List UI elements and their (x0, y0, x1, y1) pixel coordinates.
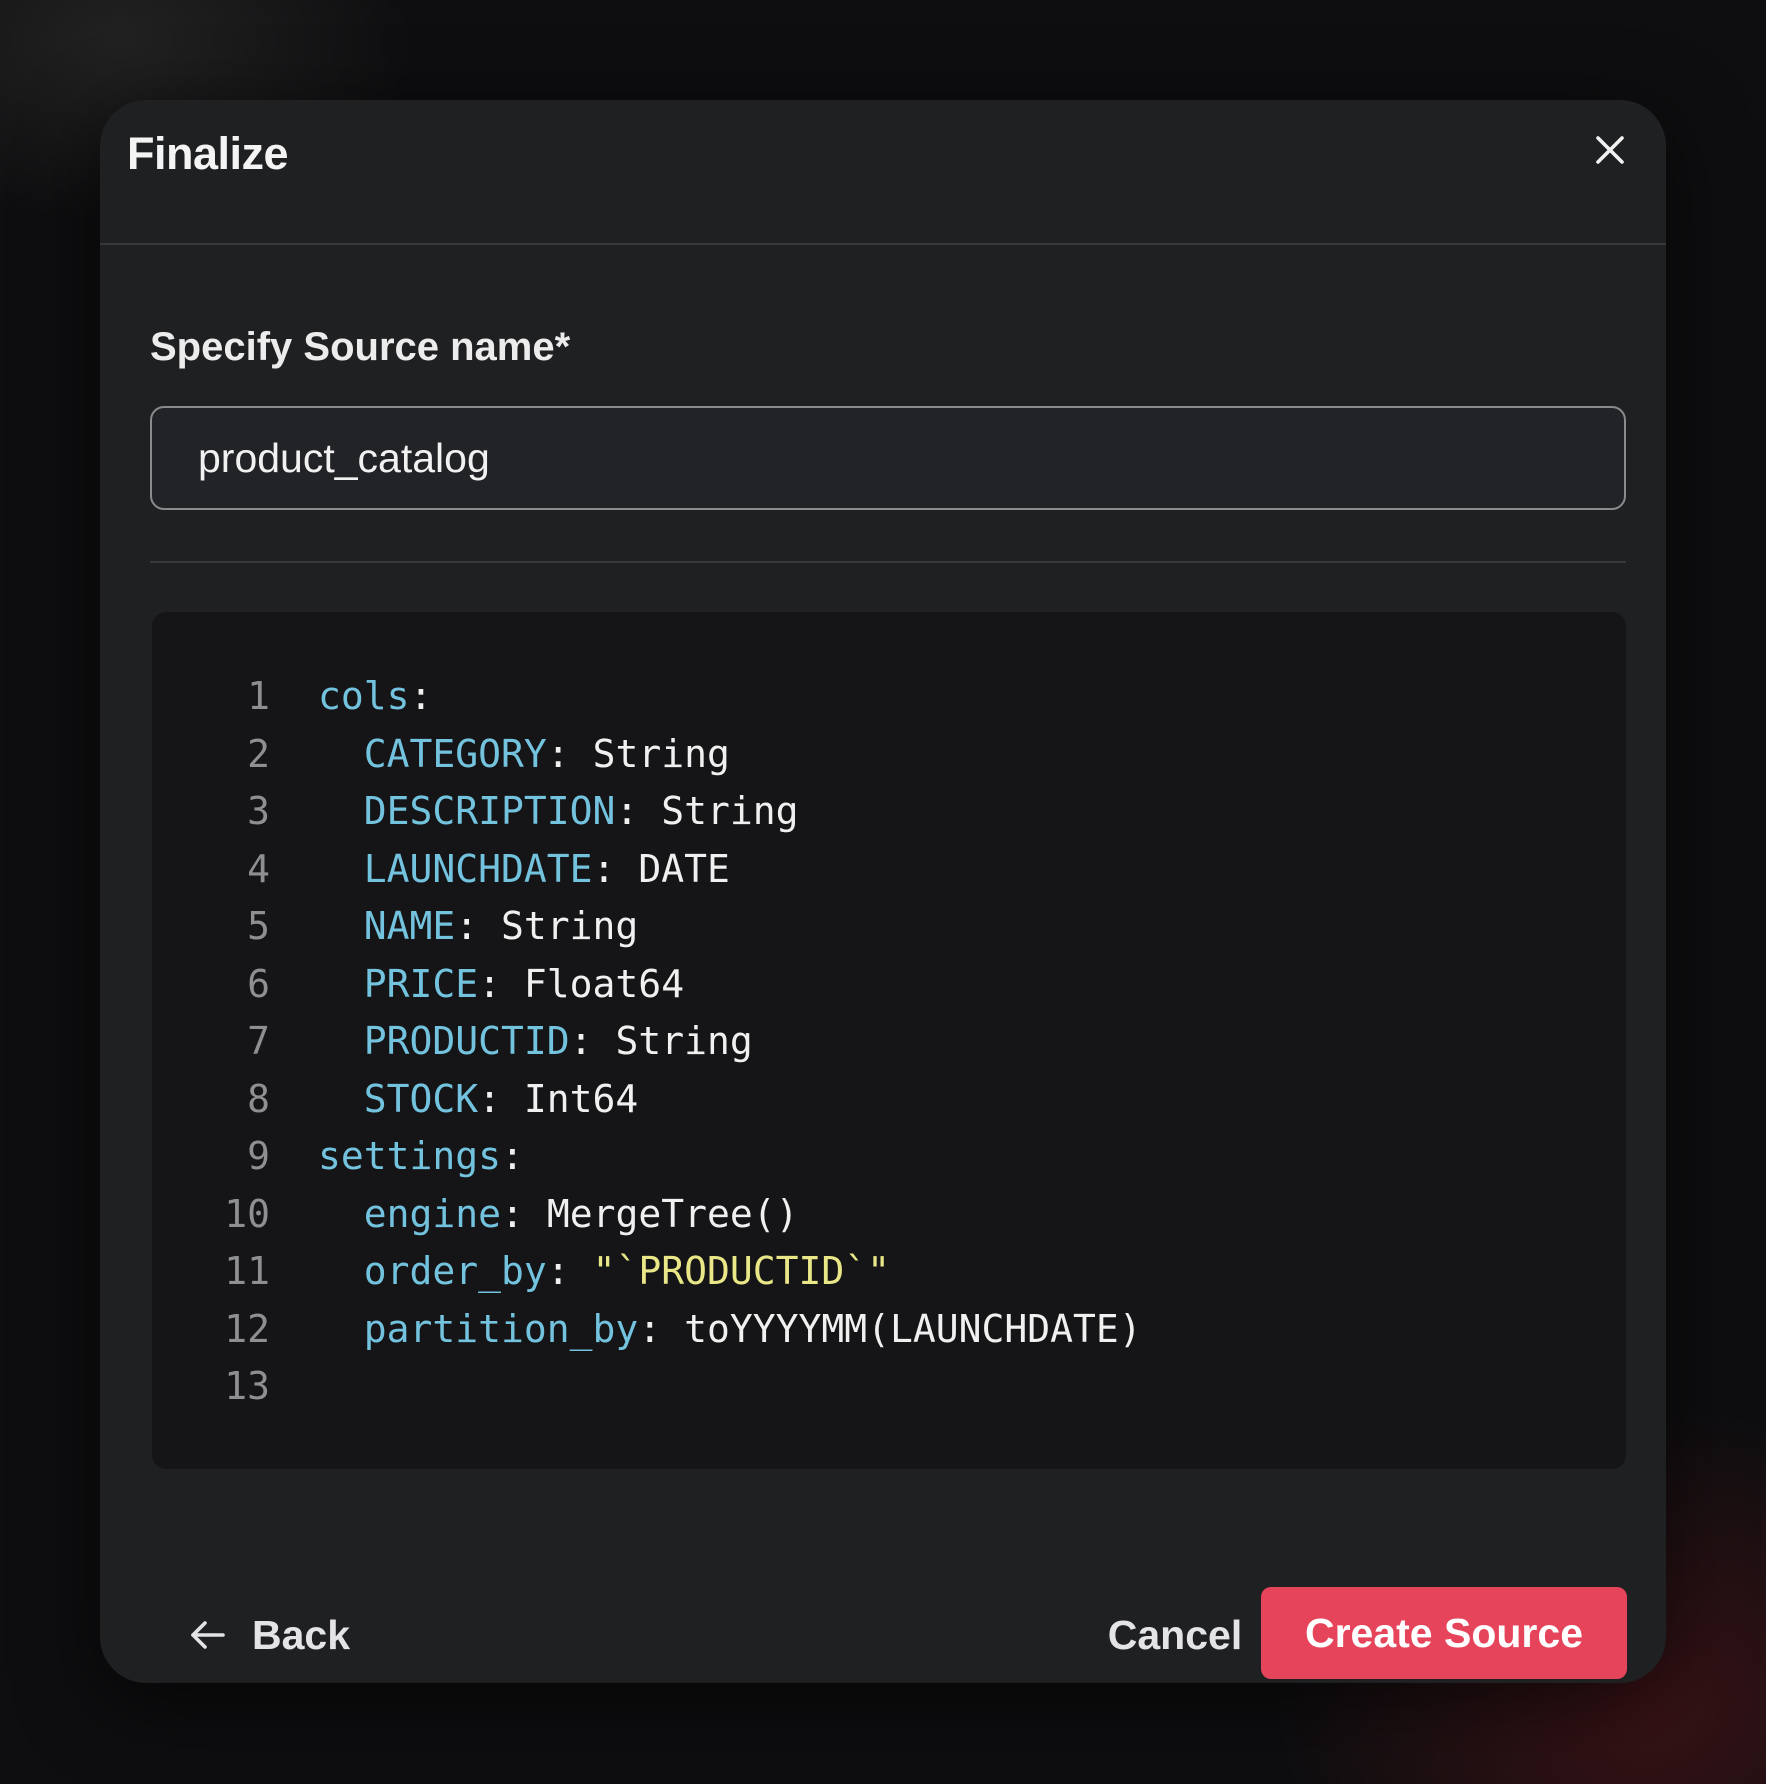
line-content: LAUNCHDATE: DATE (318, 841, 730, 899)
back-label: Back (252, 1611, 351, 1658)
line-content: CATEGORY: String (318, 726, 730, 784)
yaml-key: NAME (363, 904, 456, 948)
line-content: STOCK: Int64 (318, 1071, 639, 1129)
finalize-dialog: Finalize Specify Source name* 1cols:2 CA… (100, 100, 1666, 1683)
yaml-separator: : (615, 789, 662, 833)
yaml-value: Int64 (523, 1076, 639, 1121)
yaml-separator: : (478, 961, 524, 1006)
code-line: 8 STOCK: Int64 (152, 1071, 1626, 1129)
yaml-key: LAUNCHDATE (363, 846, 593, 891)
line-number: 5 (247, 904, 270, 948)
yaml-value: String (501, 904, 639, 948)
code-line: 4 LAUNCHDATE: DATE (152, 841, 1626, 899)
section-divider (150, 561, 1626, 563)
yaml-value: MergeTree() (546, 1191, 799, 1236)
yaml-separator: : (638, 1306, 685, 1351)
line-content: DESCRIPTION: String (318, 783, 799, 841)
yaml-separator: : (546, 731, 593, 776)
yaml-key: partition_by (363, 1306, 639, 1351)
code-line: 2 CATEGORY: String (152, 726, 1626, 784)
code-line: 5 NAME: String (152, 898, 1626, 956)
yaml-key: cols (318, 674, 410, 718)
yaml-key: STOCK (363, 1076, 479, 1121)
source-name-label: Specify Source name* (150, 325, 571, 369)
line-number: 1 (247, 674, 270, 718)
yaml-value: Float64 (523, 961, 685, 1006)
code-line: 11 order_by: "`PRODUCTID`" (152, 1243, 1626, 1301)
yaml-separator: : (546, 1249, 593, 1293)
yaml-separator: : (569, 1019, 616, 1063)
yaml-value: String (615, 1019, 753, 1063)
line-number: 4 (247, 846, 270, 891)
yaml-separator: : (455, 904, 502, 948)
yaml-separator: : (409, 674, 433, 718)
code-line: 6 PRICE: Float64 (152, 956, 1626, 1014)
dialog-title: Finalize (127, 128, 289, 179)
line-content: order_by: "`PRODUCTID`" (318, 1243, 890, 1301)
line-number: 2 (247, 731, 270, 776)
create-source-button[interactable]: Create Source (1261, 1587, 1627, 1679)
line-number: 10 (224, 1191, 270, 1236)
code-line: 3 DESCRIPTION: String (152, 783, 1626, 841)
yaml-key: PRICE (363, 961, 479, 1006)
yaml-key: DESCRIPTION (363, 789, 616, 833)
code-line: 7 PRODUCTID: String (152, 1013, 1626, 1071)
line-content: PRICE: Float64 (318, 956, 684, 1014)
yaml-value: String (661, 789, 799, 833)
line-content: engine: MergeTree() (318, 1186, 799, 1244)
close-button[interactable] (1578, 118, 1642, 182)
line-number: 11 (224, 1249, 270, 1293)
code-line: 12 partition_by: toYYYYMM(LAUNCHDATE) (152, 1301, 1626, 1359)
line-number: 8 (247, 1076, 270, 1121)
code-line: 9 settings: (152, 1128, 1626, 1186)
dialog-header: Finalize (100, 100, 1666, 245)
yaml-separator: : (501, 1134, 524, 1178)
line-number: 9 (247, 1134, 270, 1178)
yaml-value: String (592, 731, 730, 776)
line-number: 12 (224, 1306, 270, 1351)
line-number: 13 (224, 1364, 270, 1408)
yaml-value: toYYYYMM(LAUNCHDATE) (684, 1306, 1142, 1351)
yaml-separator: : (501, 1191, 547, 1236)
line-content: partition_by: toYYYYMM(LAUNCHDATE) (318, 1301, 1142, 1359)
source-name-input[interactable] (150, 406, 1626, 510)
yaml-key: CATEGORY (363, 731, 547, 776)
line-number: 3 (247, 789, 270, 833)
yaml-key: settings (318, 1134, 502, 1178)
yaml-key: engine (363, 1191, 502, 1236)
yaml-value: "`PRODUCTID`" (592, 1249, 890, 1293)
code-line: 13 (152, 1358, 1626, 1416)
yaml-separator: : (592, 846, 639, 891)
line-number: 7 (247, 1019, 270, 1063)
code-line: 1 cols: (152, 668, 1626, 726)
line-content: PRODUCTID: String (318, 1013, 753, 1071)
yaml-value: DATE (638, 846, 730, 891)
yaml-key: PRODUCTID (363, 1019, 570, 1063)
line-number: 6 (247, 961, 270, 1006)
yaml-separator: : (478, 1076, 524, 1121)
close-icon (1596, 136, 1624, 164)
arrow-left-icon (191, 1621, 225, 1649)
line-content: settings: (318, 1128, 524, 1186)
code-line: 10 engine: MergeTree() (152, 1186, 1626, 1244)
line-content: NAME: String (318, 898, 639, 956)
line-content: cols: (318, 668, 432, 726)
code-lines: 1 cols: 2 CATEGORY: String 3 DESCRIPTION: S… (152, 668, 1626, 1416)
back-button[interactable]: Back (190, 1600, 350, 1670)
schema-code-editor[interactable]: 1 cols: 2 CATEGORY: String 3 DESCRIPTION: S… (152, 612, 1626, 1469)
yaml-key: order_by (363, 1249, 547, 1293)
